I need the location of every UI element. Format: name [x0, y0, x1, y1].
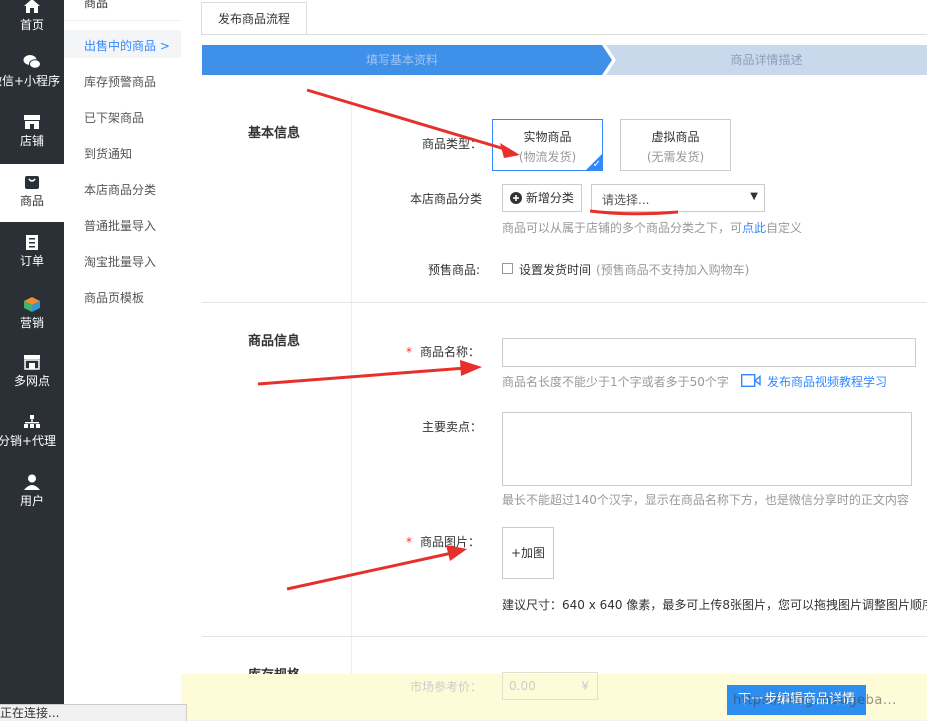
arrow-to-product-image	[286, 545, 467, 591]
arrow-to-product-type	[306, 88, 520, 158]
arrow-to-product-name	[257, 360, 482, 386]
browser-status-bar: 正在连接...	[0, 704, 187, 721]
annotation-arrows	[257, 88, 679, 591]
underline-category-select	[589, 209, 679, 216]
